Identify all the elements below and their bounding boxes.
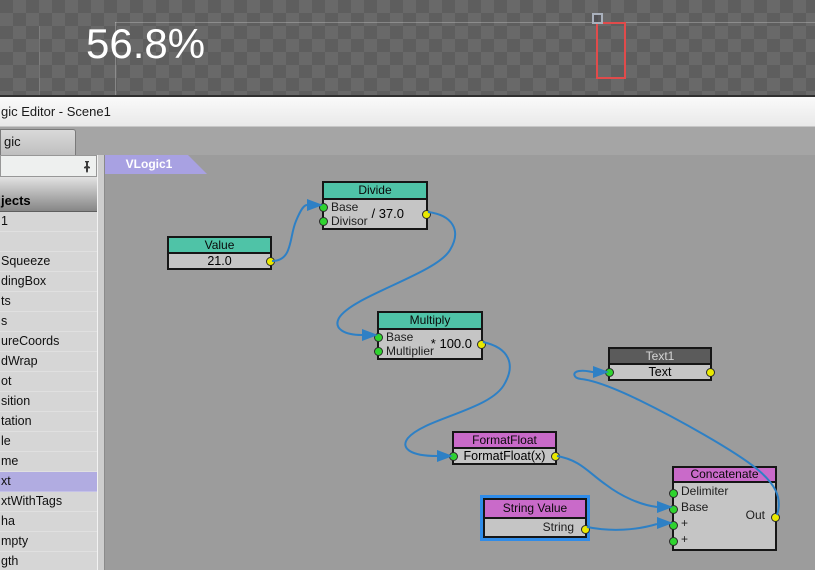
input-port[interactable]	[669, 521, 678, 530]
tab-vlogic1-label: VLogic1	[125, 157, 173, 171]
node-concatenate[interactable]: Concatenate Delimiter Base + + Out	[669, 466, 780, 551]
input-label: +	[681, 532, 689, 546]
list-item[interactable]: tation	[0, 412, 97, 432]
node-divide[interactable]: Divide Base Divisor / 37.0	[319, 181, 431, 230]
node-graph-canvas[interactable]: VLogic1 Value 21.0 Divide Base Divisor /…	[105, 155, 815, 570]
node-divide-value: / 37.0	[371, 206, 404, 221]
sidebar-panel: jects 1 Squeeze dingBox ts s ureCoords d…	[0, 155, 97, 570]
node-concatenate-output-label: Out	[745, 508, 765, 522]
wire-value-to-divide[interactable]	[271, 204, 308, 262]
input-port[interactable]	[374, 333, 383, 342]
document-tab-strip: gic	[0, 127, 815, 155]
sidebar-list: 1 Squeeze dingBox ts s ureCoords dWrap o…	[0, 212, 97, 570]
node-text1[interactable]: Text1 Text	[605, 347, 715, 381]
node-stringvalue-output-label: String	[542, 520, 574, 534]
output-port[interactable]	[266, 257, 275, 266]
input-port[interactable]	[669, 505, 678, 514]
list-item[interactable]: ot	[0, 372, 97, 392]
list-item[interactable]: ureCoords	[0, 332, 97, 352]
output-port[interactable]	[706, 368, 715, 377]
output-port[interactable]	[551, 452, 560, 461]
list-item[interactable]: sition	[0, 392, 97, 412]
node-stringvalue[interactable]: String Value String	[480, 495, 590, 541]
node-text1-title: Text1	[610, 349, 710, 365]
app-window: 56.8% gic Editor - Scene1 gic jects 1 Sq…	[0, 0, 815, 570]
pin-icon[interactable]	[82, 160, 92, 173]
transparency-checker-area: 56.8%	[0, 0, 815, 95]
list-item[interactable]: dingBox	[0, 272, 97, 292]
input-port[interactable]	[319, 203, 328, 212]
sidebar-group-header-label: jects	[1, 193, 31, 208]
list-item[interactable]: ha	[0, 512, 97, 532]
list-item[interactable]: s	[0, 312, 97, 332]
input-port[interactable]	[374, 347, 383, 356]
node-formatfloat-body: FormatFloat(x)	[463, 449, 546, 463]
node-divide-title: Divide	[324, 183, 426, 200]
sidebar-group-header: jects	[0, 177, 97, 212]
input-port[interactable]	[319, 217, 328, 226]
output-port[interactable]	[771, 513, 780, 522]
list-item[interactable]: xtWithTags	[0, 492, 97, 512]
tab-vlogic-label: gic	[4, 134, 21, 149]
list-item[interactable]: ts	[0, 292, 97, 312]
window-title-bar[interactable]: gic Editor - Scene1	[0, 95, 815, 127]
guide-line-horizontal	[115, 22, 815, 23]
main-area: jects 1 Squeeze dingBox ts s ureCoords d…	[0, 155, 815, 570]
tab-vlogic[interactable]: gic	[0, 129, 76, 155]
list-item-selected[interactable]: xt	[0, 472, 97, 492]
sidebar-caption-bar	[0, 155, 97, 177]
node-stringvalue-title: String Value	[485, 500, 585, 519]
input-port[interactable]	[449, 452, 458, 461]
input-port[interactable]	[669, 489, 678, 498]
input-label: Delimiter	[681, 484, 729, 498]
list-item[interactable]: Squeeze	[0, 252, 97, 272]
red-marquee-rectangle[interactable]	[596, 22, 626, 79]
node-value-title: Value	[169, 238, 270, 254]
tab-vlogic1-active[interactable]: VLogic1	[105, 155, 207, 174]
window-title: gic Editor - Scene1	[1, 104, 111, 119]
output-port[interactable]	[477, 340, 486, 349]
list-item[interactable]: gth	[0, 552, 97, 570]
input-port[interactable]	[605, 368, 614, 377]
list-item[interactable]: dWrap	[0, 352, 97, 372]
input-port[interactable]	[669, 537, 678, 546]
node-text1-body: Text	[648, 365, 672, 379]
node-value-body: 21.0	[207, 254, 232, 268]
wire-stringvalue-to-concatenate[interactable]	[586, 523, 658, 531]
output-port[interactable]	[581, 525, 590, 534]
list-item[interactable]: mpty	[0, 532, 97, 552]
panel-splitter[interactable]	[97, 155, 105, 570]
list-item[interactable]: me	[0, 452, 97, 472]
guide-line-vertical-2	[39, 26, 40, 95]
list-item[interactable]	[0, 232, 97, 252]
list-item[interactable]: le	[0, 432, 97, 452]
percentage-overlay-text: 56.8%	[86, 20, 206, 67]
node-formatfloat[interactable]: FormatFloat FormatFloat(x)	[449, 431, 560, 465]
node-value[interactable]: Value 21.0	[167, 236, 275, 270]
output-port[interactable]	[422, 210, 431, 219]
node-multiply[interactable]: Multiply Base Multiplier * 100.0	[374, 311, 486, 360]
node-concatenate-title: Concatenate	[674, 468, 775, 483]
node-multiply-title: Multiply	[379, 313, 481, 330]
list-item[interactable]: 1	[0, 212, 97, 232]
node-formatfloat-title: FormatFloat	[454, 433, 555, 449]
marquee-resize-handle[interactable]	[592, 13, 603, 24]
node-multiply-value: * 100.0	[430, 336, 472, 351]
